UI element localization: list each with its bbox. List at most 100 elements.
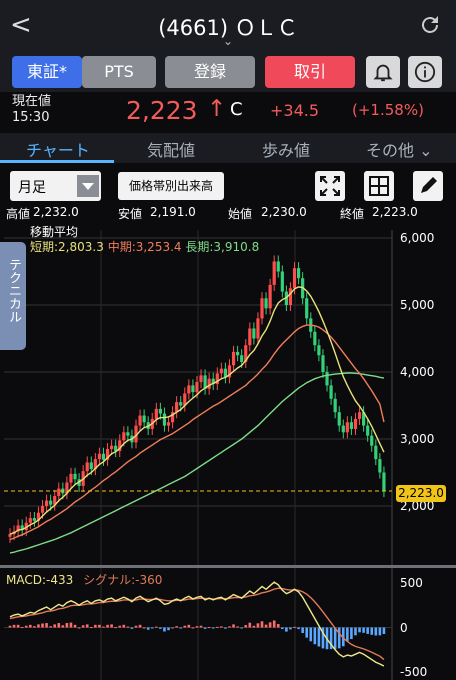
close-flag: C — [230, 99, 243, 120]
macd-histogram-bar — [195, 626, 199, 628]
macd-histogram-bar — [337, 627, 341, 649]
macd-histogram-bar — [305, 627, 309, 638]
price-tick: 5,000 — [400, 298, 435, 312]
macd-histogram-bar — [65, 623, 69, 628]
candle-body — [374, 445, 378, 460]
low-value: 2,191.0 — [150, 205, 196, 219]
candle-body — [240, 355, 244, 362]
candle-body — [292, 268, 297, 289]
candle-body — [357, 412, 362, 419]
candle-body — [272, 261, 276, 285]
ma-legend: 短期:2,803.3 中期:3,253.4 長期:3,910.8 — [30, 238, 259, 255]
market-button-pts[interactable]: PTS — [82, 56, 156, 88]
macd-histogram-bar — [366, 627, 369, 634]
layout-button[interactable] — [364, 171, 394, 201]
market-button-tosho[interactable]: 東証* — [12, 56, 82, 88]
macd-histogram-bar — [317, 627, 321, 647]
register-button[interactable]: 登録 — [165, 56, 255, 88]
macd-histogram-bar — [374, 627, 378, 636]
ma-mid-label: 中期:3,253.4 — [107, 240, 182, 254]
macd-histogram-bar — [191, 627, 195, 629]
macd-histogram-bar — [61, 625, 65, 628]
macd-histogram-bar — [228, 626, 231, 628]
ma-short-line — [9, 286, 385, 535]
macd-histogram-bar — [126, 626, 130, 628]
macd-histogram-bar — [134, 625, 138, 628]
chevron-down-icon[interactable]: ⌄ — [0, 34, 456, 48]
candle-body — [8, 534, 12, 537]
candle-body — [166, 422, 171, 426]
candle-body — [349, 422, 354, 429]
macd-histogram-bar — [77, 627, 81, 629]
candle-body — [73, 473, 77, 480]
candle-body — [248, 328, 252, 346]
candle-body — [337, 412, 341, 426]
candle-body — [325, 372, 329, 386]
macd-histogram-bar — [281, 627, 284, 630]
dropdown-caret-icon[interactable] — [77, 175, 99, 197]
macd-histogram-bar — [285, 627, 288, 632]
candle-body — [179, 402, 183, 406]
macd-histogram-bar — [248, 622, 252, 628]
candle-body — [329, 385, 333, 399]
tab-quotes[interactable]: 気配値 — [147, 137, 195, 161]
refresh-icon[interactable] — [418, 13, 442, 37]
ma-long-label: 長期:3,910.8 — [185, 240, 260, 254]
macd-histogram-bar — [370, 627, 374, 635]
tab-ticks[interactable]: 歩み値 — [262, 137, 310, 161]
ma-short-label: 短期:2,803.3 — [30, 240, 104, 254]
candle-body — [252, 328, 256, 339]
open-value: 2,230.0 — [261, 205, 307, 219]
candle-body — [280, 271, 284, 292]
candle-body — [276, 261, 280, 272]
macd-histogram-bar — [69, 622, 73, 628]
price-change-percent: (+1.58%) — [352, 101, 424, 119]
macd-histogram-bar — [362, 627, 365, 633]
macd-histogram-bar — [276, 624, 280, 628]
candle-body — [236, 351, 240, 356]
candle-body — [69, 473, 73, 483]
macd-histogram-bar — [45, 623, 48, 628]
macd-legend: MACD:-433 シグナル:-360 — [6, 571, 162, 588]
macd-histogram-bar — [16, 624, 20, 628]
macd-histogram-bar — [29, 624, 32, 628]
macd-histogram-bar — [297, 627, 300, 630]
last-price-tag: 2,223.0 — [396, 485, 446, 502]
macd-histogram-bar — [85, 624, 89, 628]
macd-histogram-bar — [33, 626, 36, 628]
fullscreen-button[interactable] — [315, 171, 345, 201]
price-chart[interactable] — [0, 222, 456, 680]
candle-body — [296, 268, 301, 279]
candle-body — [158, 408, 162, 414]
candle-body — [288, 288, 293, 305]
macd-histogram-bar — [130, 627, 134, 629]
price-tick: 6,000 — [400, 231, 435, 245]
macd-histogram-bar — [203, 627, 207, 629]
macd-histogram-bar — [378, 627, 382, 636]
tab-other[interactable]: その他 ⌄ — [366, 137, 433, 161]
candle-body — [321, 355, 325, 372]
macd-histogram-bar — [155, 626, 158, 628]
macd-histogram-bar — [171, 627, 174, 629]
ma-mid-line — [9, 324, 385, 541]
candle-body — [378, 459, 382, 473]
macd-histogram-bar — [167, 627, 170, 631]
macd-histogram-bar — [98, 624, 101, 628]
macd-histogram-bar — [264, 624, 268, 628]
info-button[interactable] — [408, 56, 442, 88]
macd-histogram-bar — [272, 620, 276, 628]
candle-body — [44, 500, 49, 506]
macd-histogram-bar — [252, 625, 256, 628]
macd-histogram-bar — [142, 627, 146, 629]
macd-histogram-bar — [114, 627, 117, 629]
candle-body — [162, 413, 167, 426]
candle-body — [89, 462, 93, 470]
macd-histogram-bar — [159, 627, 162, 629]
trade-button[interactable]: 取引 — [265, 56, 355, 88]
macd-histogram-bar — [346, 627, 349, 642]
candle-body — [28, 518, 32, 523]
draw-button[interactable] — [413, 171, 443, 201]
volume-by-price-button[interactable]: 価格帯別出来高 — [118, 172, 224, 200]
tab-chart[interactable]: チャート — [26, 137, 90, 161]
alert-button[interactable] — [366, 56, 400, 88]
